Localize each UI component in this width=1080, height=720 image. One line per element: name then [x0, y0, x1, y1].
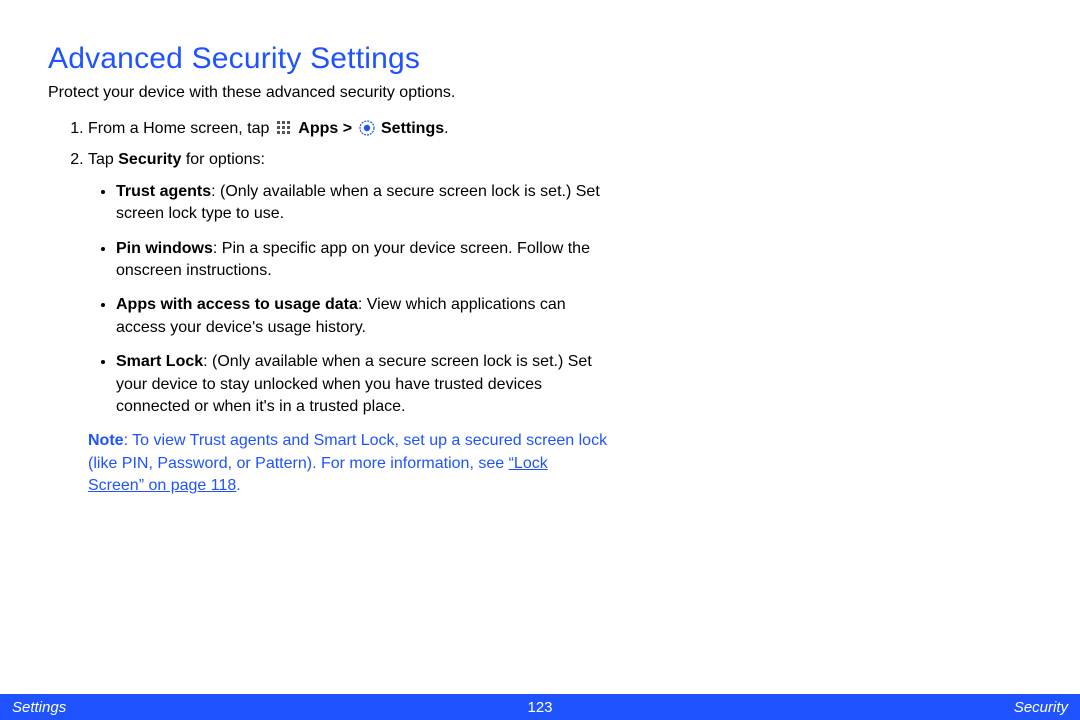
- note-period: .: [236, 477, 240, 494]
- option-label: Smart Lock: [116, 353, 203, 370]
- intro-text: Protect your device with these advanced …: [48, 82, 568, 104]
- settings-gear-icon: [359, 120, 375, 136]
- option-label: Pin windows: [116, 240, 213, 257]
- step-1-prefix: From a Home screen, tap: [88, 120, 274, 137]
- option-pin-windows: Pin windows: Pin a specific app on your …: [116, 238, 608, 283]
- step-2-prefix: Tap: [88, 151, 118, 168]
- option-smart-lock: Smart Lock: (Only available when a secur…: [116, 351, 608, 418]
- step-1-gt: >: [343, 120, 357, 137]
- option-usage-data: Apps with access to usage data: View whi…: [116, 294, 608, 339]
- step-2: Tap Security for options: Trust agents: …: [88, 149, 608, 418]
- footer-right: Security: [1014, 699, 1068, 716]
- note-label: Note: [88, 432, 124, 449]
- step-2-suffix: for options:: [181, 151, 265, 168]
- step-1: From a Home screen, tap Apps > S: [88, 118, 608, 140]
- options-list: Trust agents: (Only available when a sec…: [88, 181, 608, 419]
- step-2-bold: Security: [118, 151, 181, 168]
- step-list: From a Home screen, tap Apps > S: [48, 118, 608, 419]
- apps-grid-icon: [276, 120, 292, 136]
- step-1-apps: Apps: [298, 120, 338, 137]
- footer-page-number: 123: [527, 699, 552, 716]
- page-title: Advanced Security Settings: [48, 42, 1032, 76]
- step-1-settings: Settings: [381, 120, 444, 137]
- note: Note: To view Trust agents and Smart Loc…: [88, 430, 608, 497]
- option-trust-agents: Trust agents: (Only available when a sec…: [116, 181, 608, 226]
- document-page: Advanced Security Settings Protect your …: [0, 0, 1080, 720]
- footer-left: Settings: [12, 699, 66, 716]
- step-1-period: .: [444, 120, 448, 137]
- option-label: Apps with access to usage data: [116, 296, 358, 313]
- page-footer: Settings 123 Security: [0, 694, 1080, 720]
- option-label: Trust agents: [116, 183, 211, 200]
